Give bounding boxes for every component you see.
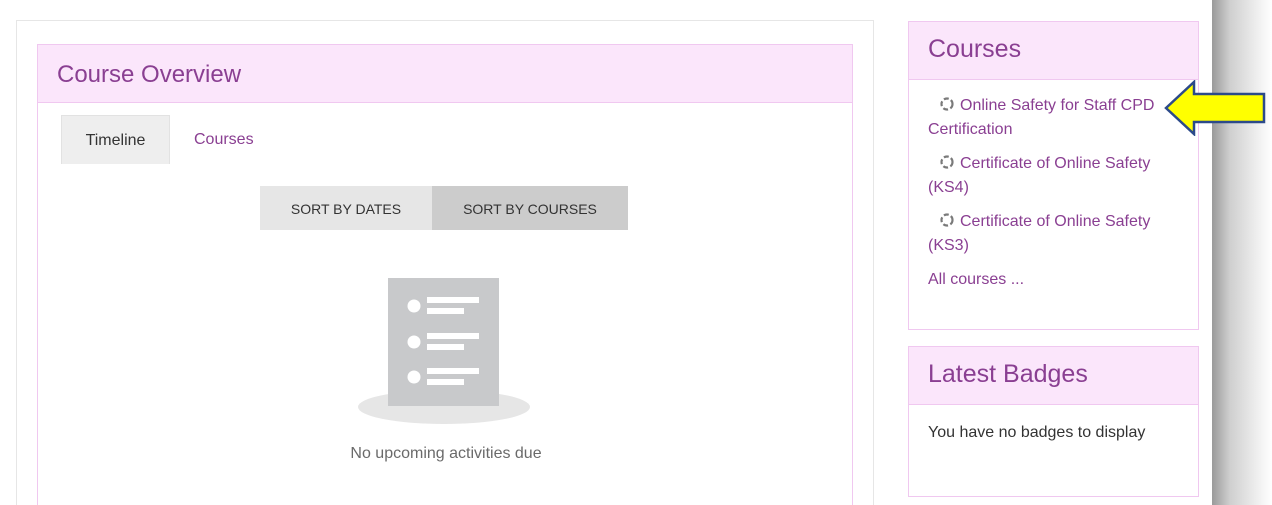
course-icon [940,97,954,111]
course-list: Online Safety for Staff CPD Certificatio… [909,80,1198,292]
window-shadow [1212,0,1272,505]
latest-badges-block: Latest Badges You have no badges to disp… [908,346,1199,497]
course-link-ks4[interactable]: Certificate of Online Safety (KS4) [928,152,1182,200]
course-link-label: Online Safety for Staff CPD Certificatio… [928,97,1155,138]
course-overview-card: Course Overview Timeline Courses SORT BY… [37,44,853,505]
course-overview-title: Course Overview [57,61,242,88]
badges-block-header: Latest Badges [909,347,1198,405]
sort-by-dates-button[interactable]: SORT BY DATES [260,186,432,230]
no-badges-message: You have no badges to display [928,424,1146,441]
course-link-label: Certificate of Online Safety (KS3) [928,213,1151,254]
course-link-online-safety-staff[interactable]: Online Safety for Staff CPD Certificatio… [928,94,1182,142]
course-link-ks3[interactable]: Certificate of Online Safety (KS3) [928,210,1182,258]
courses-block-header: Courses [909,22,1198,80]
list-document-icon [358,278,530,424]
badges-block-title: Latest Badges [928,360,1088,388]
sort-button-group: SORT BY DATES SORT BY COURSES [260,186,628,230]
course-link-label: Certificate of Online Safety (KS4) [928,155,1151,196]
course-overview-header: Course Overview [38,45,852,103]
empty-message: No upcoming activities due [350,445,542,462]
courses-block: Courses Online Safety for Staff CPD Cert… [908,21,1199,330]
tab-timeline[interactable]: Timeline [61,115,170,164]
empty-list-illustration [357,277,535,427]
tab-courses[interactable]: Courses [194,115,284,164]
yellow-arrow-icon [1164,80,1266,136]
all-courses-link[interactable]: All courses ... [928,268,1182,292]
course-icon [940,213,954,227]
sort-by-courses-button[interactable]: SORT BY COURSES [432,186,628,230]
course-icon [940,155,954,169]
courses-block-title: Courses [928,35,1022,63]
